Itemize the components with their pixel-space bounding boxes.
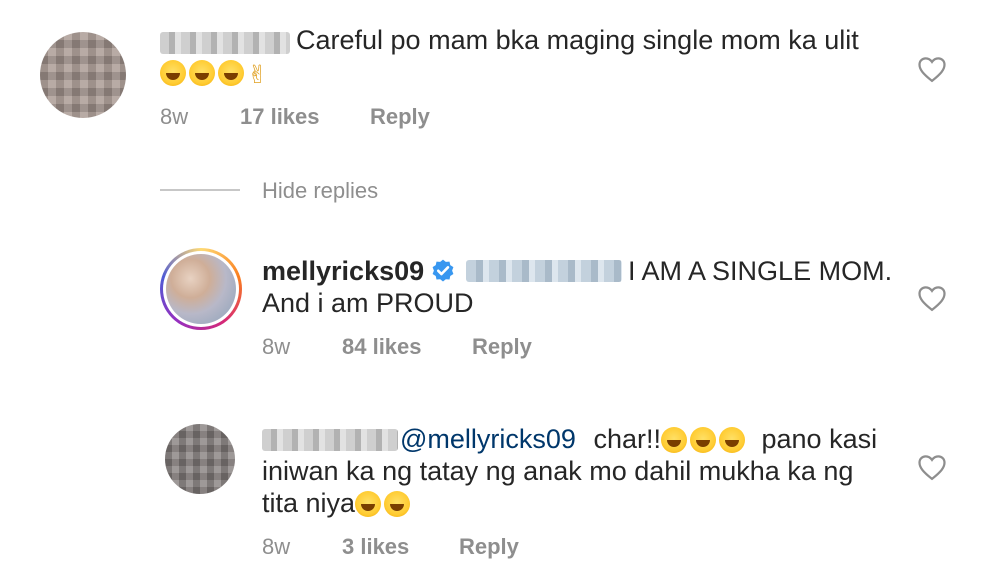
verified-badge-icon [432, 259, 454, 282]
reply2-likes[interactable]: 3 likes [342, 534, 409, 560]
hide-replies-button[interactable]: Hide replies [262, 178, 378, 204]
commenter-avatar[interactable] [40, 32, 126, 118]
blurred-username[interactable] [160, 32, 290, 54]
laughing-tears-emoji [718, 427, 745, 453]
mellyricks09-avatar[interactable] [163, 251, 239, 327]
reply-time: 8w [262, 334, 291, 359]
reply2-text-line1: @mellyricks09 char!! pano kasi [400, 424, 878, 454]
mention-link[interactable]: @mellyricks09 [400, 424, 576, 454]
comment-emoji-row: ✌ [160, 60, 268, 90]
comment-likes[interactable]: 17 likes [240, 104, 320, 130]
reply-username[interactable]: mellyricks09 [262, 256, 424, 287]
laughing-tears-emoji [689, 427, 716, 453]
heart-icon[interactable] [917, 284, 947, 312]
blurred-mentioned-username[interactable] [466, 260, 622, 282]
story-ring[interactable] [160, 248, 242, 330]
laughing-tears-emoji [355, 491, 382, 517]
laughing-tears-emoji [384, 491, 411, 517]
laughing-tears-emoji [160, 60, 186, 86]
reply-text-line1: I AM A SINGLE MOM. [628, 256, 893, 286]
reply2-reply-button[interactable]: Reply [459, 534, 519, 560]
comment-time: 8w [160, 104, 189, 129]
laughing-tears-emoji [660, 427, 687, 453]
heart-icon[interactable] [917, 453, 947, 481]
victory-hand-emoji: ✌ [247, 61, 268, 89]
reply2-text-line3: tita niya [262, 488, 413, 519]
reply-commenter-avatar[interactable] [165, 424, 235, 494]
comment-text: Careful po mam bka maging single mom ka … [296, 25, 859, 55]
reply2-time: 8w [262, 534, 291, 559]
reply-text-line2: And i am PROUD [262, 288, 474, 318]
heart-icon[interactable] [917, 55, 947, 83]
blurred-username[interactable] [262, 429, 398, 451]
reply2-text-line2: iniwan ka ng tatay ng anak mo dahil mukh… [262, 456, 854, 486]
replies-divider [160, 189, 240, 191]
comment-reply-button[interactable]: Reply [370, 104, 430, 130]
laughing-tears-emoji [218, 60, 244, 86]
reply-likes[interactable]: 84 likes [342, 334, 422, 360]
laughing-tears-emoji [189, 60, 215, 86]
reply-reply-button[interactable]: Reply [472, 334, 532, 360]
